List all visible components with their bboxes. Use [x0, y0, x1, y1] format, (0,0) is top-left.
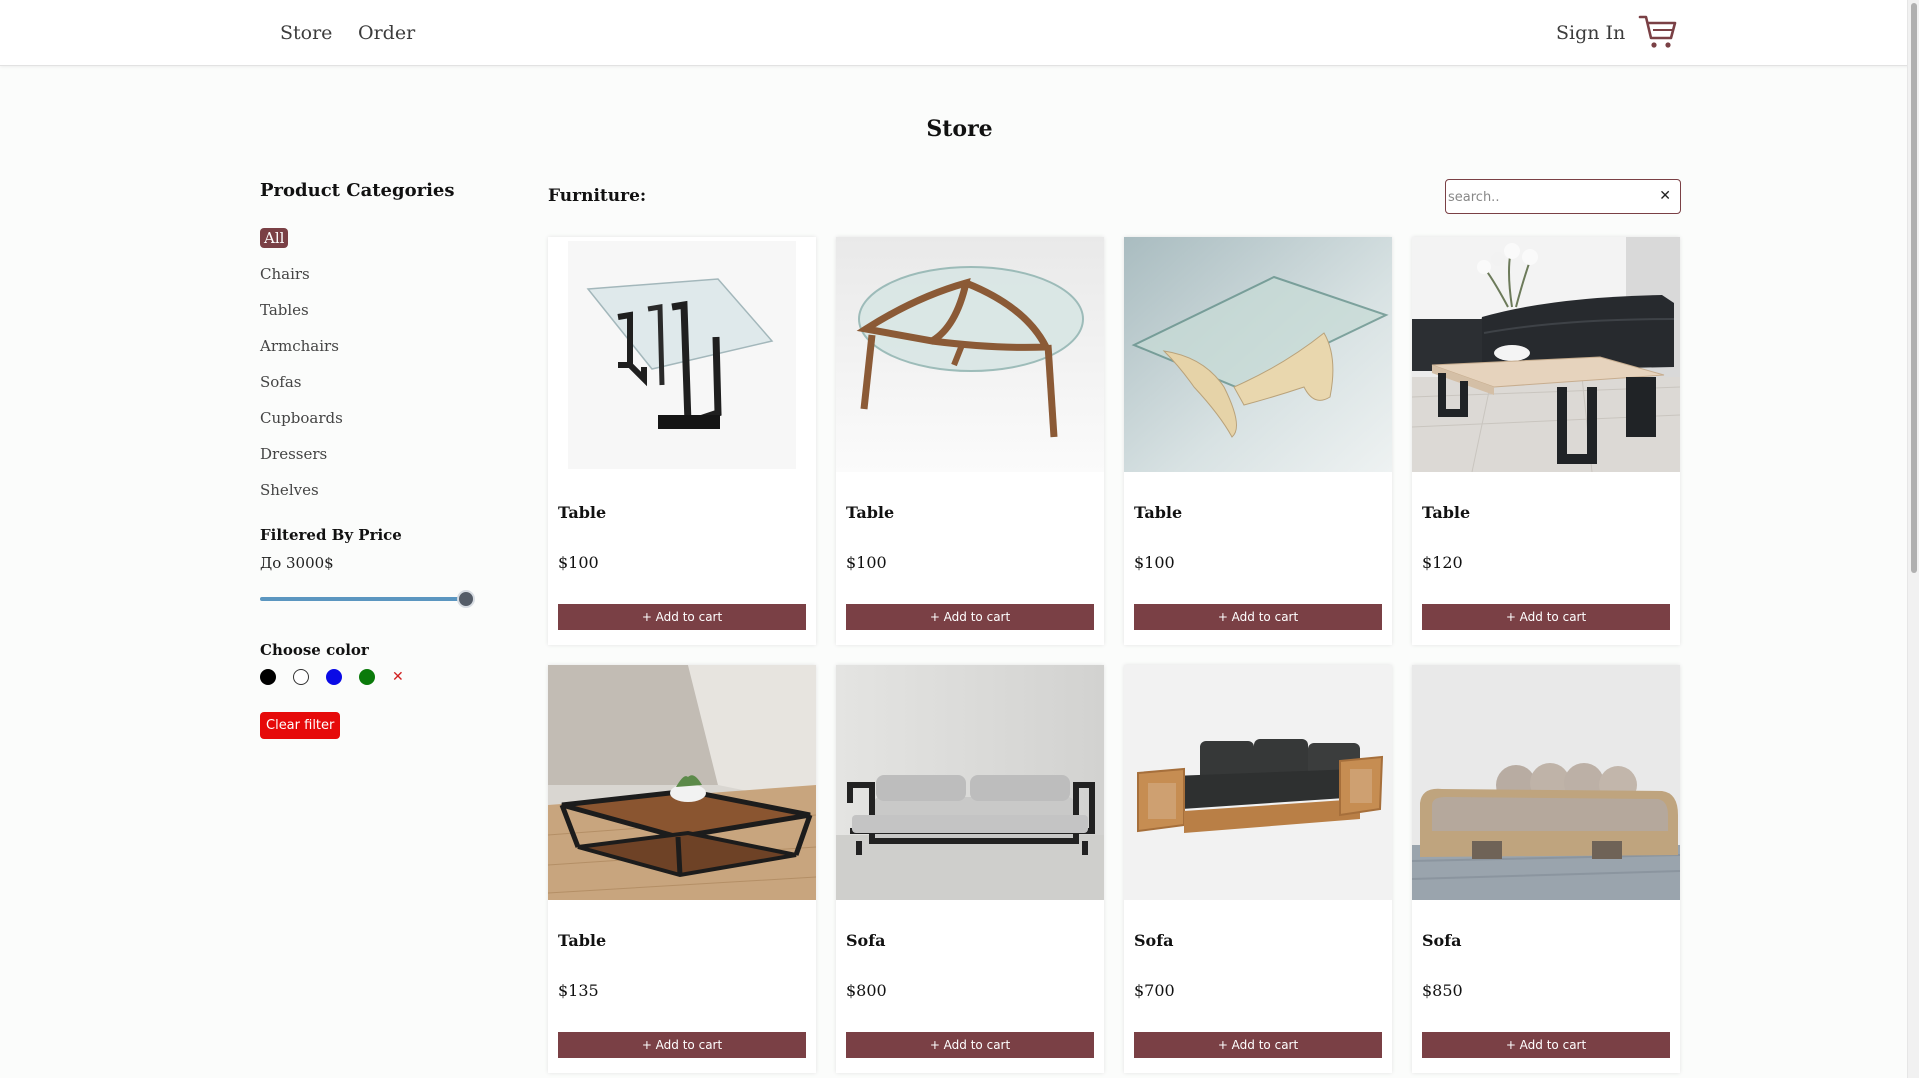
category-list: All Chairs Tables Armchairs Sofas Cupboa…: [260, 228, 343, 516]
clear-search-icon[interactable]: ✕: [1659, 188, 1671, 204]
sign-in-link[interactable]: Sign In: [1556, 22, 1625, 44]
product-card: Sofa $850 + Add to cart: [1412, 665, 1680, 1073]
nav-order-link[interactable]: Order: [358, 22, 415, 44]
round-glass-table-image: [836, 237, 1104, 472]
clear-color-icon[interactable]: ✕: [392, 669, 404, 685]
product-name: Table: [1422, 503, 1471, 522]
product-name: Table: [1134, 503, 1183, 522]
product-grid: Table $100 + Add to cart Table $100 + Ad…: [548, 237, 1680, 1073]
category-tables[interactable]: Tables: [260, 300, 343, 336]
top-navbar: Store Order Sign In: [0, 0, 1919, 66]
product-card: Table $100 + Add to cart: [836, 237, 1104, 645]
category-cupboards[interactable]: Cupboards: [260, 408, 343, 444]
product-price: $800: [846, 981, 887, 1000]
wood-coffee-table-image: [548, 665, 816, 900]
product-price: $700: [1134, 981, 1175, 1000]
product-name: Table: [558, 503, 607, 522]
scrollbar-thumb[interactable]: [1911, 3, 1917, 573]
product-price: $120: [1422, 553, 1463, 572]
product-price: $850: [1422, 981, 1463, 1000]
color-swatch-green[interactable]: [359, 669, 375, 685]
glass-table-image: [548, 237, 816, 472]
product-price: $100: [1134, 553, 1175, 572]
product-price: $100: [558, 553, 599, 572]
product-image: [1124, 237, 1392, 472]
product-name: Sofa: [846, 931, 886, 950]
add-to-cart-button[interactable]: + Add to cart: [1422, 1032, 1670, 1058]
product-card: Table $100 + Add to cart: [548, 237, 816, 645]
product-image: [1124, 665, 1392, 900]
add-to-cart-button[interactable]: + Add to cart: [558, 604, 806, 630]
product-price: $135: [558, 981, 599, 1000]
add-to-cart-button[interactable]: + Add to cart: [1134, 1032, 1382, 1058]
shopping-cart-icon[interactable]: [1638, 14, 1678, 50]
page-title: Store: [926, 116, 993, 142]
product-name: Table: [558, 931, 607, 950]
add-to-cart-button[interactable]: + Add to cart: [846, 1032, 1094, 1058]
category-sofas[interactable]: Sofas: [260, 372, 343, 408]
category-chairs[interactable]: Chairs: [260, 264, 343, 300]
sculpted-glass-table-image: [1124, 237, 1392, 472]
color-swatches: ✕: [260, 669, 404, 685]
slider-track: [260, 597, 466, 601]
slider-handle[interactable]: [457, 590, 475, 608]
product-name: Sofa: [1422, 931, 1462, 950]
cushion-sofa-image: [1412, 665, 1680, 900]
product-card: Table $135 + Add to cart: [548, 665, 816, 1073]
product-card: Sofa $700 + Add to cart: [1124, 665, 1392, 1073]
product-image: [548, 237, 816, 472]
product-name: Sofa: [1134, 931, 1174, 950]
color-swatch-white[interactable]: [293, 669, 309, 685]
price-filter-title: Filtered By Price: [260, 526, 402, 544]
categories-title: Product Categories: [260, 180, 455, 201]
add-to-cart-button[interactable]: + Add to cart: [846, 604, 1094, 630]
category-shelves[interactable]: Shelves: [260, 480, 343, 516]
section-label: Furniture:: [548, 186, 647, 206]
product-image: [548, 665, 816, 900]
grey-sofa-image: [836, 665, 1104, 900]
add-to-cart-button[interactable]: + Add to cart: [1134, 604, 1382, 630]
product-image: [1412, 237, 1680, 472]
product-price: $100: [846, 553, 887, 572]
product-image: [836, 237, 1104, 472]
clear-filter-button[interactable]: Clear filter: [260, 712, 341, 739]
add-to-cart-button[interactable]: + Add to cart: [1422, 604, 1670, 630]
category-armchairs[interactable]: Armchairs: [260, 336, 343, 372]
product-image: [1412, 665, 1680, 900]
product-image: [836, 665, 1104, 900]
add-to-cart-button[interactable]: + Add to cart: [558, 1032, 806, 1058]
category-all[interactable]: All: [260, 228, 343, 264]
color-filter-title: Choose color: [260, 641, 369, 659]
price-slider[interactable]: [260, 590, 475, 608]
page-scrollbar[interactable]: [1907, 0, 1919, 1078]
product-name: Table: [846, 503, 895, 522]
product-card: Table $100 + Add to cart: [1124, 237, 1392, 645]
category-dressers[interactable]: Dressers: [260, 444, 343, 480]
product-card: Sofa $800 + Add to cart: [836, 665, 1104, 1073]
living-room-table-image: [1412, 237, 1680, 472]
color-swatch-black[interactable]: [260, 669, 276, 685]
product-card: Table $120 + Add to cart: [1412, 237, 1680, 645]
search-input[interactable]: [1448, 186, 1648, 208]
teak-sofa-image: [1124, 665, 1392, 900]
search-box: ✕: [1445, 179, 1681, 214]
nav-store-link[interactable]: Store: [280, 22, 332, 44]
color-swatch-blue[interactable]: [326, 669, 342, 685]
price-filter-value: До 3000$: [260, 554, 334, 572]
category-label: All: [260, 228, 289, 248]
